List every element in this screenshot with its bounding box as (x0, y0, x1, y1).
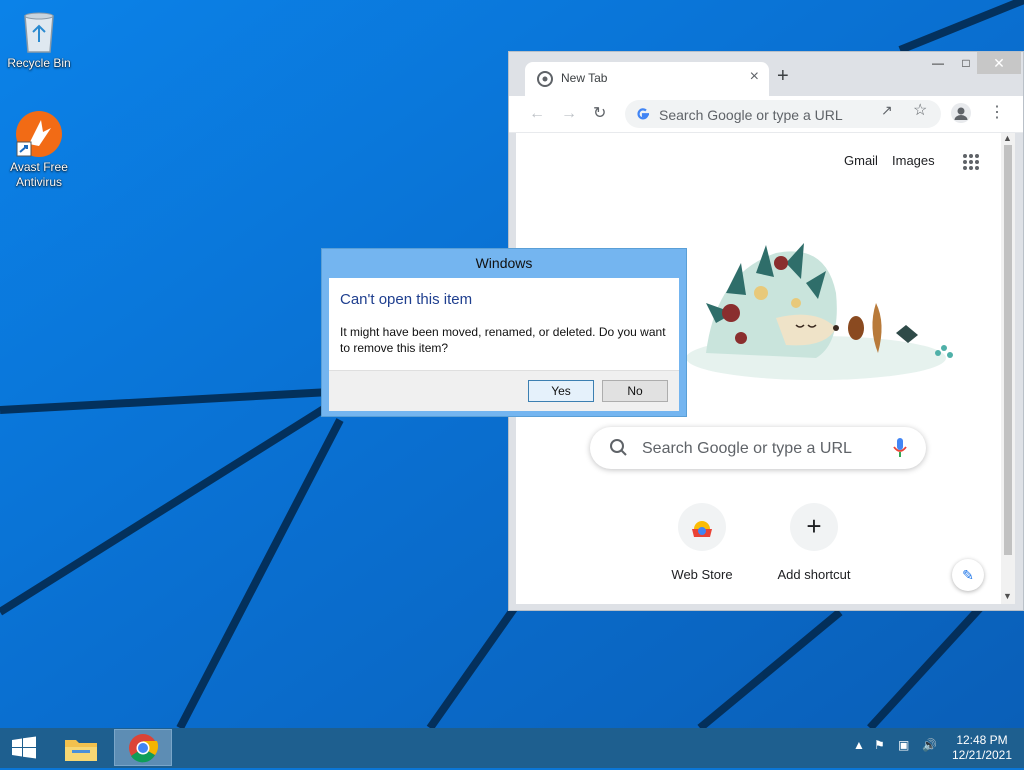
dialog-message: It might have been moved, renamed, or de… (340, 325, 666, 355)
shortcut-add[interactable]: + Add shortcut (764, 503, 864, 582)
images-link[interactable]: Images (892, 153, 935, 168)
customize-pencil-icon[interactable]: ✎ (952, 559, 984, 591)
shortcut-web-store[interactable]: Web Store (652, 503, 752, 582)
scrollbar[interactable]: ▲ ▼ (1001, 133, 1015, 604)
file-explorer-taskbar-icon[interactable] (56, 728, 106, 768)
no-button[interactable]: No (602, 380, 668, 402)
clock-time: 12:48 PM (956, 733, 1008, 747)
dialog-heading: Can't open this item (340, 291, 473, 308)
network-icon[interactable]: ▣ (898, 738, 909, 752)
shortcut-label: Web Store (671, 567, 733, 582)
tab-title: New Tab (561, 71, 608, 85)
minimize-button[interactable]: — (923, 52, 953, 74)
tab-new-tab[interactable]: New Tab × (525, 62, 769, 96)
person-icon (954, 107, 968, 120)
recycle-bin-icon (24, 12, 54, 53)
web-store-icon (678, 503, 726, 551)
dialog-title: Windows (475, 255, 533, 271)
bookmark-star-icon[interactable]: ☆ (913, 100, 927, 120)
close-window-button[interactable]: ✕ (977, 52, 1021, 74)
browser-toolbar: ← → ↻ Search Google or type a URL ↗ ☆ ⋮ (509, 96, 1023, 133)
scroll-up-arrow-icon[interactable]: ▲ (1003, 133, 1012, 143)
chrome-taskbar-button[interactable] (114, 729, 172, 766)
share-icon[interactable]: ↗ (881, 102, 893, 119)
show-hidden-icons-chevron-icon[interactable]: ▲ (853, 738, 865, 752)
google-doodle-hedgehog[interactable] (686, 233, 956, 383)
chrome-favicon-icon (537, 71, 553, 87)
avast-label: Avast Free Antivirus (10, 160, 68, 189)
google-g-icon (637, 108, 649, 120)
scroll-down-arrow-icon[interactable]: ▼ (1003, 591, 1012, 601)
clock-date: 12/21/2021 (951, 748, 1013, 762)
address-bar[interactable]: Search Google or type a URL (625, 100, 941, 128)
microphone-icon[interactable] (892, 437, 908, 459)
tab-close-icon[interactable]: × (750, 68, 759, 86)
forward-button[interactable]: → (561, 104, 577, 124)
new-tab-button[interactable]: + (777, 64, 789, 88)
error-dialog: Windows Can't open this item It might ha… (321, 248, 687, 417)
search-icon (610, 439, 627, 456)
windows-start-icon[interactable] (0, 728, 48, 768)
recycle-bin-label: Recycle Bin (7, 56, 71, 70)
shortcut-label: Add shortcut (777, 567, 851, 582)
scrollbar-thumb[interactable] (1004, 145, 1012, 555)
chrome-menu-icon[interactable]: ⋮ (989, 102, 1005, 122)
action-center-flag-icon[interactable]: ⚑ (874, 738, 885, 752)
taskbar-clock[interactable]: 12:48 PM 12/21/2021 (944, 733, 1020, 763)
back-button[interactable]: ← (529, 104, 545, 124)
address-bar-placeholder: Search Google or type a URL (659, 107, 843, 123)
chrome-taskbar-icon (129, 734, 159, 763)
gmail-link[interactable]: Gmail (844, 153, 878, 168)
taskbar: ▲ ⚑ ▣ 🔊 12:48 PM 12/21/2021 (0, 728, 1024, 768)
volume-icon[interactable]: 🔊 (922, 738, 937, 752)
dialog-footer: Yes No (329, 370, 679, 411)
google-apps-icon[interactable] (962, 153, 980, 171)
avast-icon (16, 111, 62, 157)
search-placeholder: Search Google or type a URL (642, 440, 852, 457)
yes-button[interactable]: Yes (528, 380, 594, 402)
profile-avatar-icon[interactable] (951, 103, 971, 123)
avast-desktop-icon[interactable]: Avast Free Antivirus (1, 110, 77, 190)
plus-icon: + (790, 503, 838, 551)
google-search-box[interactable]: Search Google or type a URL (590, 427, 926, 469)
dialog-body: Can't open this item It might have been … (329, 278, 679, 411)
reload-button[interactable]: ↻ (593, 104, 606, 124)
recycle-bin-desktop-icon[interactable]: Recycle Bin (1, 8, 77, 71)
